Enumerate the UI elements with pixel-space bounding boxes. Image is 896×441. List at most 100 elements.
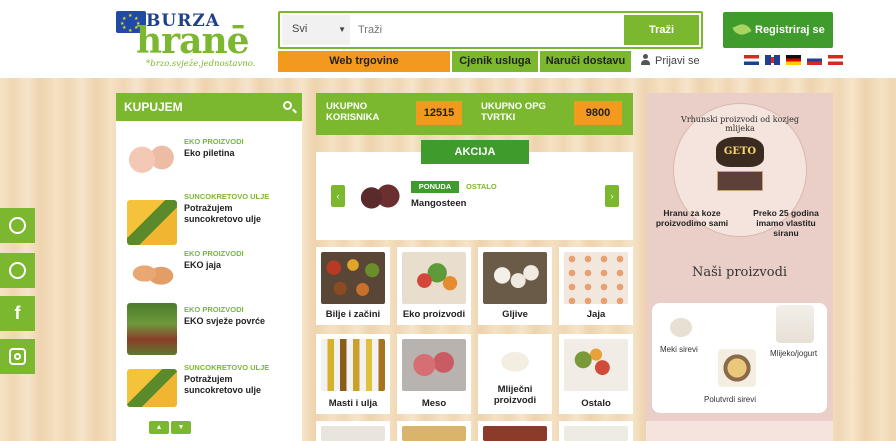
- milk-bottle-image: [776, 305, 814, 343]
- item-thumbnail: [127, 303, 177, 355]
- user-icon: [641, 54, 650, 65]
- category-tile-eko[interactable]: Eko proizvodi: [397, 247, 471, 325]
- kupujem-header: KUPUJEM: [116, 93, 302, 121]
- search-button[interactable]: Traži: [624, 15, 699, 45]
- category-image: [321, 252, 385, 304]
- carousel-next-button[interactable]: ›: [605, 185, 619, 207]
- instagram-button[interactable]: [0, 339, 35, 374]
- facebook-icon: f: [14, 303, 21, 323]
- akcija-category: OSTALO: [466, 182, 497, 191]
- category-image: [483, 252, 547, 304]
- arrow-down-icon[interactable]: ▼: [171, 421, 191, 434]
- product-label: Meki sirevi: [660, 345, 698, 354]
- promo-footer: [646, 421, 833, 441]
- users-label: UKUPNO KORISNIKA: [326, 101, 380, 123]
- item-thumbnail: [127, 200, 177, 245]
- flag-si-icon[interactable]: [807, 55, 823, 66]
- chevron-down-icon: ▼: [338, 25, 346, 34]
- ponuda-badge: PONUDA: [411, 181, 459, 193]
- carousel-prev-button[interactable]: ‹: [331, 185, 345, 207]
- category-label: Masti i ulja: [328, 398, 378, 409]
- search-bar: Svi ▼ Traži: [278, 11, 703, 49]
- users-count: 12515: [416, 101, 462, 125]
- register-button[interactable]: Registriraj se: [723, 12, 833, 48]
- instagram-icon: [9, 348, 26, 365]
- geto-logo: GETO: [716, 137, 764, 167]
- mangosteen-image[interactable]: [354, 177, 404, 215]
- category-image: [483, 339, 547, 377]
- flag-de-icon[interactable]: [786, 55, 802, 66]
- leaf-circle-icon: [9, 217, 26, 234]
- language-switcher: [744, 54, 846, 66]
- flag-hr-icon[interactable]: [744, 55, 759, 66]
- site-logo[interactable]: ★ ★ ★ ★ ★ ★ ★ ★ BURZA hranē *brzo.svježe.jedn…: [116, 9, 278, 71]
- category-tile-meso[interactable]: Meso: [397, 334, 471, 414]
- stats-bar: UKUPNO KORISNIKA 12515 UKUPNO OPG TVRTKI…: [316, 93, 633, 135]
- search-icon[interactable]: [283, 101, 292, 110]
- arrow-up-icon[interactable]: ▲: [149, 421, 169, 434]
- category-image: [564, 339, 628, 391]
- list-pagination: ▲ ▼: [149, 420, 193, 434]
- item-category: SUNCOKRETOVO ULJE: [184, 192, 270, 201]
- nav-web-trgovine[interactable]: Web trgovine: [278, 51, 450, 72]
- logo-tagline: *brzo.svježe.jednostavno.: [146, 59, 256, 69]
- item-title: Potražujem suncokretovo ulje: [184, 203, 262, 224]
- category-tile-jaja[interactable]: Jaja: [559, 247, 633, 325]
- category-tile-mlijecni[interactable]: Mliječni proizvodi: [478, 334, 552, 414]
- login-link[interactable]: Prijavi se: [641, 54, 700, 67]
- promo-banner[interactable]: Vrhunski proizvodi od kozjeg mlijeka GET…: [646, 93, 833, 441]
- category-image: [564, 252, 628, 304]
- chat-button[interactable]: [0, 253, 35, 288]
- cheese-box-image: [717, 171, 763, 191]
- item-category: EKO PROIZVODI: [184, 137, 244, 146]
- category-image: [321, 426, 385, 441]
- akcija-tab[interactable]: AKCIJA: [421, 140, 529, 164]
- category-tile-bilje[interactable]: Bilje i začini: [316, 247, 390, 325]
- category-label: Ostalo: [581, 398, 611, 409]
- item-category: EKO PROIZVODI: [184, 305, 244, 314]
- category-label: Jaja: [586, 309, 606, 320]
- akcija-product-name[interactable]: Mangosteen: [411, 198, 466, 209]
- badge-arc-text: Vrhunski proizvodi od kozjeg mlijeka: [681, 115, 799, 133]
- category-tile-gljive[interactable]: Gljive: [478, 247, 552, 325]
- category-select-value: Svi: [292, 23, 308, 35]
- flag-at-icon[interactable]: [828, 55, 844, 66]
- category-label: Gljive: [502, 309, 528, 320]
- kupujem-panel: KUPUJEM EKO PROIZVODI Eko piletina SUNCO…: [116, 93, 302, 441]
- akcija-carousel: AKCIJA ‹ PONUDA OSTALO Mangosteen ›: [316, 140, 633, 240]
- item-title: Eko piletina: [184, 148, 235, 158]
- item-thumbnail: [127, 369, 177, 407]
- item-thumbnail: [127, 251, 177, 296]
- category-tile-masti[interactable]: Masti i ulja: [316, 334, 390, 414]
- category-tile-partial[interactable]: [316, 421, 390, 441]
- logo-hrane: hranē: [136, 20, 250, 62]
- flag-en-icon[interactable]: [765, 55, 781, 66]
- nav-cjenik-usluga[interactable]: Cjenik usluga: [452, 51, 538, 72]
- products-card: Meki sirevi Mlijeko/jogurt Polutvrdi sir…: [652, 303, 827, 413]
- promo-right-text: Preko 25 godina imamo vlastitu siranu: [753, 208, 819, 238]
- register-label: Registriraj se: [755, 24, 825, 36]
- category-tile-partial[interactable]: [478, 421, 552, 441]
- product-label: Polutvrdi sirevi: [704, 395, 757, 404]
- login-label: Prijavi se: [655, 55, 700, 67]
- geto-badge: Vrhunski proizvodi od kozjeg mlijeka GET…: [665, 103, 815, 237]
- search-input[interactable]: [354, 15, 620, 45]
- soft-cheese-image: [662, 311, 700, 341]
- item-category: SUNCOKRETOVO ULJE: [184, 363, 270, 372]
- category-tile-ostalo[interactable]: Ostalo: [559, 334, 633, 414]
- category-label: Bilje i začini: [325, 309, 381, 320]
- category-tile-partial[interactable]: [559, 421, 633, 441]
- leaf-icon: [732, 21, 752, 38]
- category-image: [483, 426, 547, 441]
- category-label: Meso: [421, 398, 447, 409]
- facebook-button[interactable]: f: [0, 296, 35, 331]
- category-select[interactable]: Svi ▼: [282, 15, 350, 45]
- nav-naruci-dostavu[interactable]: Naruči dostavu: [540, 51, 631, 72]
- chat-icon: [9, 262, 26, 279]
- category-tile-partial[interactable]: [397, 421, 471, 441]
- category-image: [402, 339, 466, 391]
- item-category: EKO PROIZVODI: [184, 249, 244, 258]
- social-share-button[interactable]: [0, 208, 35, 243]
- item-thumbnail: [127, 135, 177, 180]
- category-image: [402, 252, 466, 304]
